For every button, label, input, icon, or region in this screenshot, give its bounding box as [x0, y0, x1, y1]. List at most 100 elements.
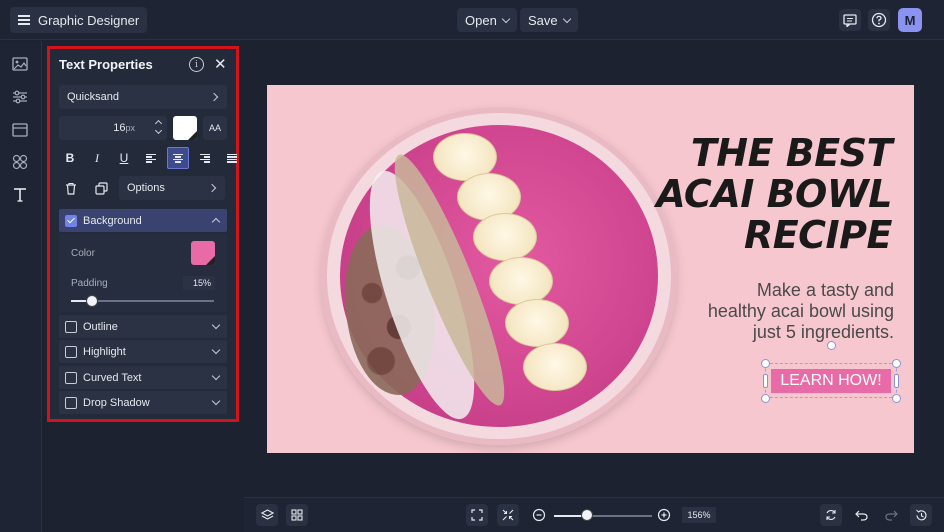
subline-line: healthy acai bowl using: [707, 301, 894, 321]
chevron-right-icon: [207, 183, 217, 193]
avatar[interactable]: M: [898, 8, 922, 32]
format-toolbar: B I U: [59, 147, 243, 169]
banana-slice: [505, 299, 569, 347]
bold-button[interactable]: B: [59, 147, 81, 169]
top-bar: Graphic Designer Open Save M: [0, 0, 944, 40]
text-case-button[interactable]: AA: [203, 116, 227, 140]
learn-how-text[interactable]: LEARN HOW!: [771, 369, 891, 393]
headline-line: THE BEST: [690, 131, 893, 175]
grid-icon[interactable]: [286, 504, 308, 526]
outline-section-header[interactable]: Outline: [59, 315, 227, 338]
zoom-out-icon[interactable]: [528, 504, 550, 526]
undo-icon[interactable]: [850, 504, 872, 526]
banana-slice: [473, 213, 537, 261]
resize-handle[interactable]: [761, 394, 770, 403]
layout-icon[interactable]: [11, 121, 29, 139]
zoom-in-icon[interactable]: [653, 504, 675, 526]
duplicate-icon[interactable]: [89, 176, 113, 200]
align-right-icon: [200, 153, 210, 163]
shrink-icon[interactable]: [497, 504, 519, 526]
text-tool-icon[interactable]: [11, 186, 29, 204]
zoom-slider[interactable]: [554, 509, 652, 521]
open-dropdown[interactable]: Open: [457, 8, 517, 32]
image-icon[interactable]: [11, 55, 29, 73]
left-tool-rail: [0, 41, 42, 532]
help-icon[interactable]: [868, 9, 890, 31]
resize-handle[interactable]: [892, 394, 901, 403]
resize-handle[interactable]: [761, 359, 770, 368]
zoom-slider-thumb[interactable]: [581, 509, 594, 521]
resize-handle[interactable]: [763, 374, 768, 388]
elements-icon[interactable]: [11, 153, 29, 171]
subline-line: just 5 ingredients.: [752, 322, 894, 342]
padding-value[interactable]: 15%: [183, 276, 215, 290]
resize-handle[interactable]: [894, 374, 899, 388]
zoom-value[interactable]: 156%: [682, 507, 716, 523]
drop-shadow-label: Drop Shadow: [83, 396, 150, 409]
rotate-handle[interactable]: [827, 341, 836, 350]
banana-slice: [489, 257, 553, 305]
padding-label: Padding: [71, 278, 108, 289]
drop-shadow-checkbox[interactable]: [65, 396, 77, 409]
curved-text-checkbox[interactable]: [65, 371, 77, 384]
font-size-input[interactable]: 16px: [59, 116, 167, 140]
highlight-checkbox[interactable]: [65, 345, 77, 358]
align-justify-button[interactable]: [221, 147, 243, 169]
align-center-button[interactable]: [167, 147, 189, 169]
feedback-icon[interactable]: [839, 9, 861, 31]
align-left-icon: [146, 153, 156, 163]
align-justify-icon: [227, 153, 237, 163]
chevron-down-icon: [211, 371, 221, 381]
background-label: Background: [83, 214, 142, 227]
subline-text[interactable]: Make a tasty and healthy acai bowl using…: [708, 280, 894, 343]
trash-icon[interactable]: [59, 176, 83, 200]
background-section-header[interactable]: Background: [59, 209, 227, 232]
resize-handle[interactable]: [892, 359, 901, 368]
highlight-section-header[interactable]: Highlight: [59, 340, 227, 363]
headline-line: ACAI BOWL: [656, 172, 892, 216]
banana-slice: [523, 343, 587, 391]
outline-checkbox[interactable]: [65, 320, 77, 333]
options-button[interactable]: Options: [119, 176, 225, 200]
redo-icon[interactable]: [880, 504, 902, 526]
padding-slider[interactable]: [71, 295, 214, 307]
padding-slider-thumb[interactable]: [86, 295, 99, 307]
align-center-icon: [173, 153, 183, 163]
chevron-down-icon: [211, 345, 221, 355]
italic-button[interactable]: I: [86, 147, 108, 169]
underline-button[interactable]: U: [113, 147, 135, 169]
headline-text[interactable]: THE BEST ACAI BOWL RECIPE: [656, 133, 892, 256]
save-dropdown[interactable]: Save: [520, 8, 578, 32]
drop-shadow-section-header[interactable]: Drop Shadow: [59, 391, 227, 414]
app-menu-button[interactable]: Graphic Designer: [10, 7, 148, 33]
adjustments-icon[interactable]: [11, 88, 29, 106]
chevron-down-icon: [211, 396, 221, 406]
options-label: Options: [127, 182, 165, 194]
text-color-swatch[interactable]: [173, 116, 197, 140]
open-label: Open: [465, 12, 497, 28]
font-size-stepper[interactable]: [153, 119, 163, 137]
save-label: Save: [528, 12, 558, 28]
font-size-value: 16: [113, 122, 126, 134]
history-icon[interactable]: [910, 504, 932, 526]
info-icon[interactable]: i: [189, 57, 204, 72]
refresh-icon[interactable]: [820, 504, 842, 526]
layers-icon[interactable]: [256, 504, 278, 526]
curved-text-section-header[interactable]: Curved Text: [59, 366, 227, 389]
bottom-bar: 156%: [244, 497, 944, 532]
fit-screen-icon[interactable]: [466, 504, 488, 526]
align-right-button[interactable]: [194, 147, 216, 169]
chevron-down-icon: [562, 14, 571, 23]
action-toolbar: Options: [59, 176, 225, 200]
align-left-button[interactable]: [140, 147, 162, 169]
design-canvas[interactable]: THE BEST ACAI BOWL RECIPE Make a tasty a…: [267, 85, 914, 453]
font-family-select[interactable]: Quicksand: [59, 85, 227, 109]
font-size-unit: px: [125, 123, 135, 133]
outline-label: Outline: [83, 320, 118, 333]
close-icon[interactable]: ✕: [214, 55, 227, 73]
background-color-swatch[interactable]: [191, 241, 215, 265]
chevron-down-icon: [501, 14, 511, 23]
background-checkbox[interactable]: [65, 214, 77, 227]
chevron-down-icon: [211, 320, 221, 330]
text-properties-panel: Text Properties i ✕ Quicksand 16px AA B …: [47, 46, 239, 422]
